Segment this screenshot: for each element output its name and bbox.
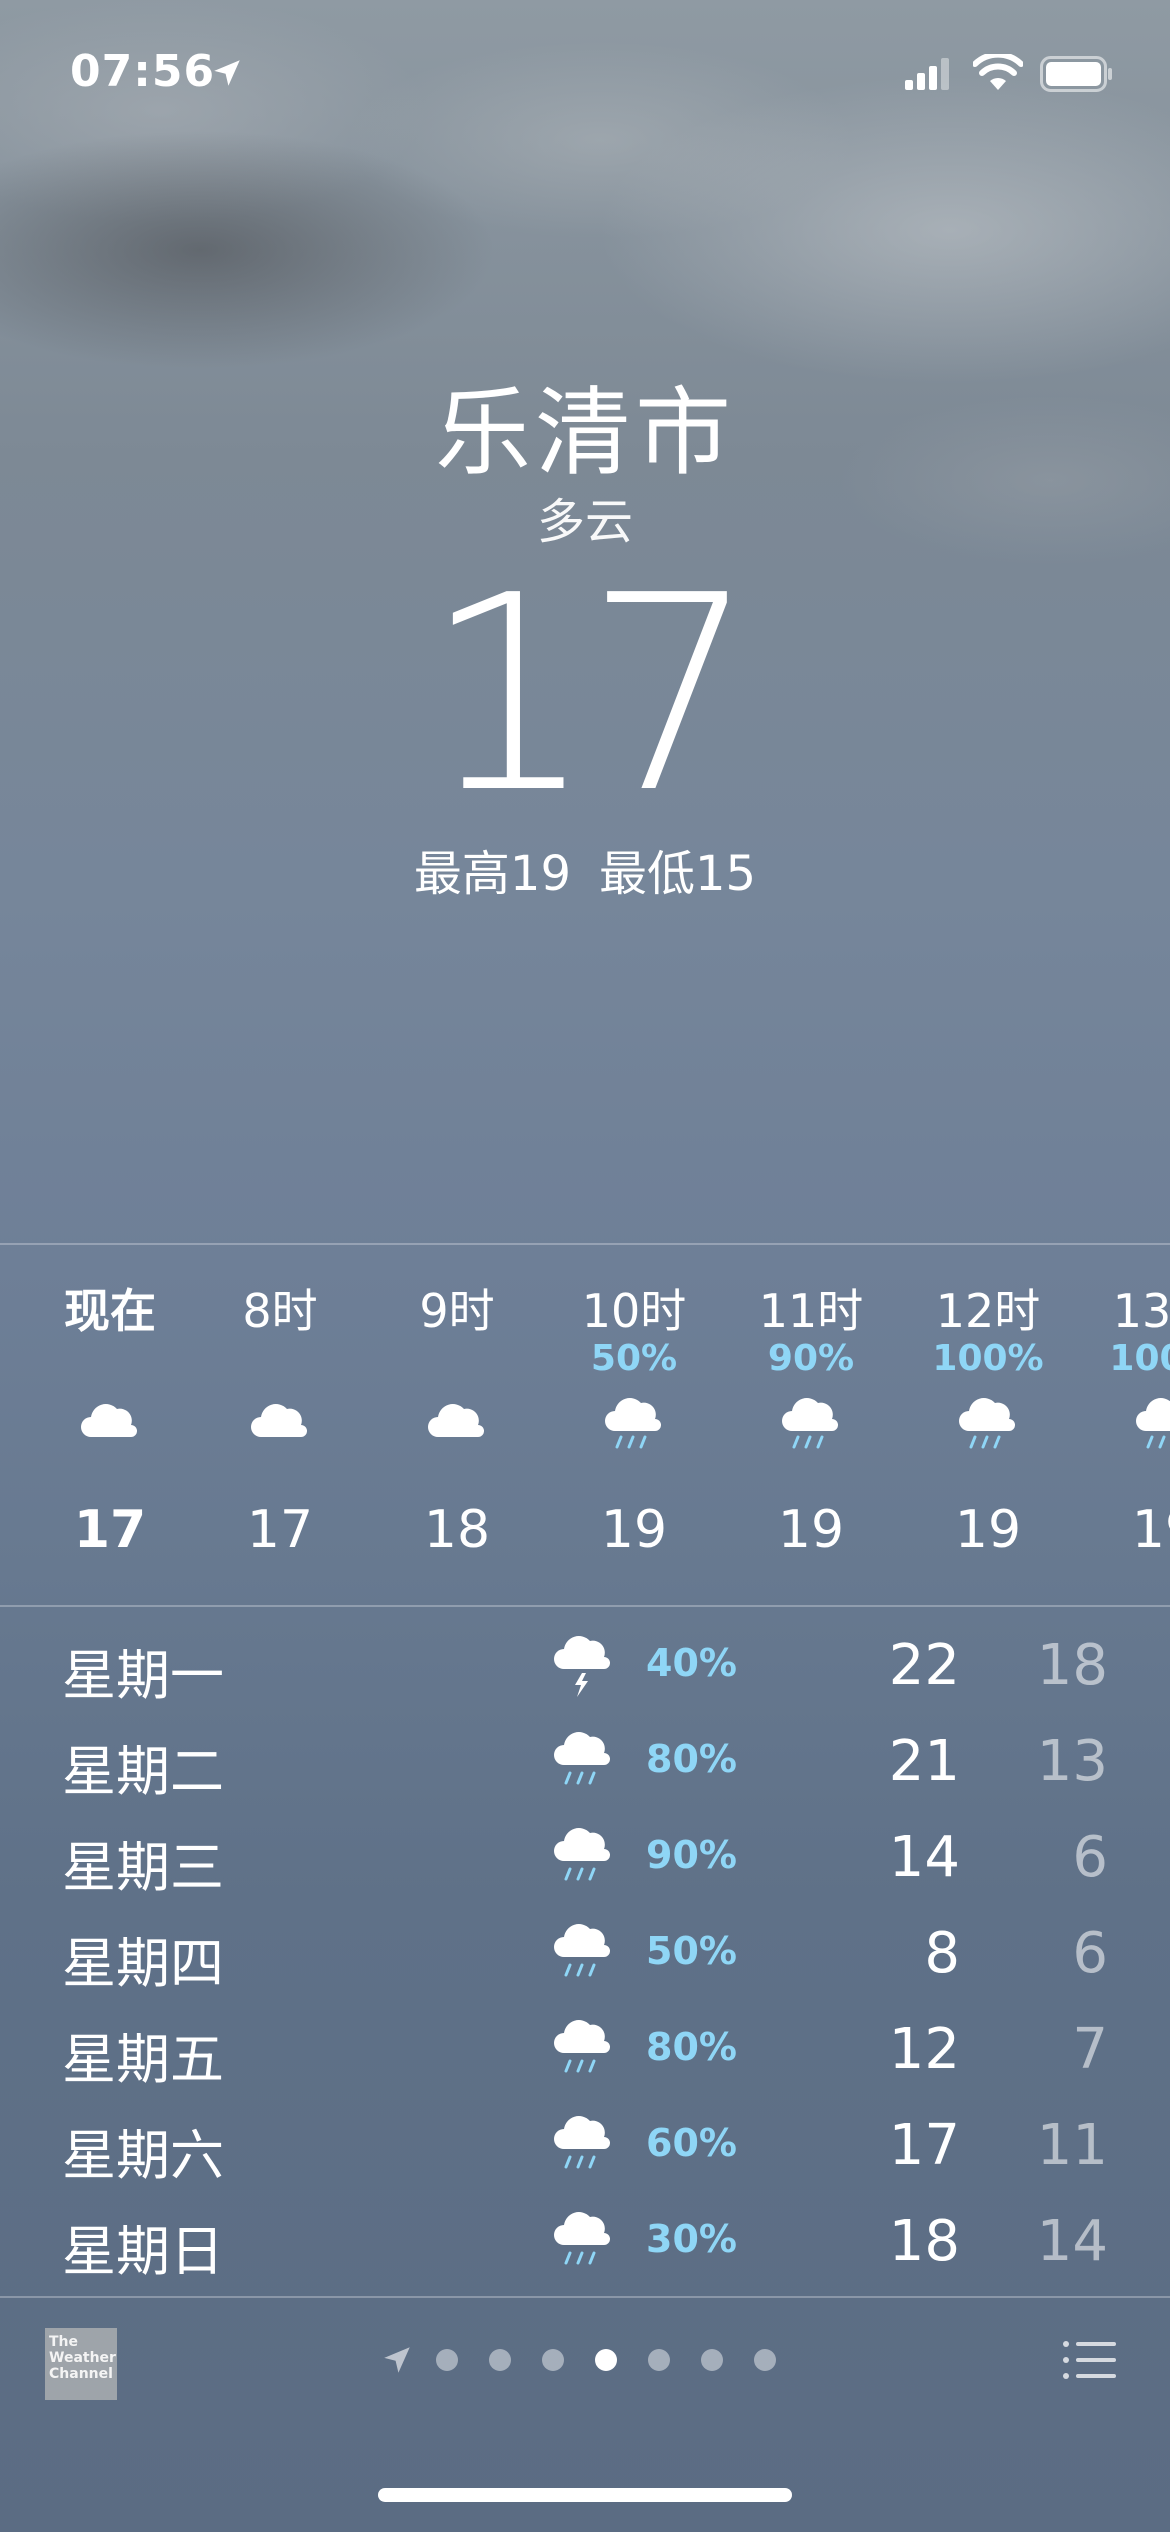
rain-icon: [554, 1732, 610, 1785]
page-dot[interactable]: [489, 2349, 511, 2371]
city-list-icon[interactable]: [1062, 2340, 1116, 2380]
hour-label: 11时: [758, 1284, 864, 1338]
rain-icon: [959, 1398, 1015, 1449]
day-high: 14: [888, 1825, 960, 1890]
divider: [0, 2296, 1170, 2298]
rain-icon: [554, 1828, 610, 1881]
divider: [0, 1605, 1170, 1607]
day-name: 星期二: [62, 1740, 224, 1803]
day-precip: 30%: [646, 2217, 737, 2261]
day-high: 17: [888, 2113, 960, 2178]
rain-icon: [605, 1398, 661, 1449]
status-time: 07:56: [70, 46, 216, 97]
daily-row: 星期日 30% 18 14: [0, 2191, 1170, 2287]
day-precip: 80%: [646, 1737, 737, 1781]
city-name: 乐清市: [435, 377, 735, 489]
cloud-icon: [81, 1404, 137, 1437]
day-high: 12: [888, 2017, 960, 2082]
location-arrow-icon: [214, 60, 240, 86]
day-precip: 40%: [646, 1641, 737, 1685]
day-precip: 50%: [646, 1929, 737, 1973]
day-high: 21: [888, 1729, 960, 1794]
day-low: 7: [1072, 2017, 1108, 2082]
day-high: 22: [888, 1633, 960, 1698]
day-low: 6: [1072, 1921, 1108, 1986]
hour-temp: 17: [73, 1500, 147, 1560]
rain-icon: [1136, 1398, 1170, 1449]
daily-row: 星期一 40% 22 18: [0, 1615, 1170, 1711]
rain-icon: [554, 2020, 610, 2073]
hour-precip: 100%: [1109, 1338, 1170, 1379]
page-dot[interactable]: [436, 2349, 458, 2371]
current-temperature: 17: [423, 537, 757, 852]
hour-label: 12时: [935, 1284, 1041, 1338]
day-low: 13: [1036, 1729, 1108, 1794]
daily-row: 星期二 80% 21 13: [0, 1711, 1170, 1807]
day-precip: 80%: [646, 2025, 737, 2069]
hour-temp: 19: [1131, 1500, 1170, 1560]
day-high: 18: [888, 2209, 960, 2274]
current-location-icon[interactable]: [380, 2343, 414, 2377]
page-dot[interactable]: [542, 2349, 564, 2371]
hour-label: 8时: [242, 1284, 318, 1338]
low-temp: 最低15: [599, 846, 757, 902]
battery-icon: [1040, 56, 1112, 92]
day-low: 11: [1036, 2113, 1108, 2178]
hour-temp: 17: [246, 1500, 314, 1560]
hour-label: 13时: [1112, 1284, 1170, 1338]
hour-temp: 19: [600, 1500, 668, 1560]
rain-icon: [782, 1398, 838, 1449]
hour-temp: 19: [954, 1500, 1022, 1560]
day-name: 星期日: [62, 2220, 224, 2283]
day-high: 8: [924, 1921, 960, 1986]
hour-precip: 50%: [590, 1338, 678, 1379]
daily-row: 星期三 90% 14 6: [0, 1807, 1170, 1903]
hour-label: 现在: [64, 1284, 156, 1338]
daily-row: 星期五 80% 12 7: [0, 1999, 1170, 2095]
page-dot[interactable]: [754, 2349, 776, 2371]
day-name: 星期五: [62, 2028, 224, 2091]
day-name: 星期六: [62, 2124, 224, 2187]
rain-icon: [554, 1924, 610, 1977]
cloud-icon: [428, 1404, 484, 1437]
status-bar: 07:56: [0, 0, 1170, 150]
thunderstorm-icon: [554, 1636, 610, 1697]
wifi-icon: [973, 54, 1023, 90]
day-name: 星期四: [62, 1932, 224, 1995]
day-name: 星期一: [62, 1644, 224, 1707]
hour-precip: 100%: [932, 1338, 1044, 1379]
weather-channel-logo[interactable]: The Weather Channel: [45, 2328, 117, 2400]
hour-label: 9时: [419, 1284, 495, 1338]
hourly-forecast[interactable]: 现在 17 8时 17 9时 18 10时 50% 19 11时 90% 19 …: [0, 1245, 1170, 1605]
day-precip: 90%: [646, 1833, 737, 1877]
hour-temp: 19: [777, 1500, 845, 1560]
hour-label: 10时: [581, 1284, 687, 1338]
home-indicator[interactable]: [378, 2488, 792, 2502]
page-dot[interactable]: [701, 2349, 723, 2371]
cellular-signal-icon: [905, 58, 949, 90]
hour-temp: 18: [423, 1500, 491, 1560]
page-dot[interactable]: [648, 2349, 670, 2371]
hour-precip: 90%: [767, 1338, 855, 1379]
page-indicator[interactable]: [380, 2340, 800, 2380]
daily-row: 星期六 60% 17 11: [0, 2095, 1170, 2191]
day-low: 14: [1036, 2209, 1108, 2274]
day-low: 6: [1072, 1825, 1108, 1890]
daily-row: 星期四 50% 8 6: [0, 1903, 1170, 1999]
day-name: 星期三: [62, 1836, 224, 1899]
cloud-icon: [251, 1404, 307, 1437]
rain-icon: [554, 2116, 610, 2169]
high-temp: 最高19: [413, 846, 571, 902]
page-dot-active[interactable]: [595, 2349, 617, 2371]
day-low: 18: [1036, 1633, 1108, 1698]
high-low-summary: 最高19 最低15: [0, 834, 1170, 904]
day-precip: 60%: [646, 2121, 737, 2165]
rain-icon: [554, 2212, 610, 2265]
